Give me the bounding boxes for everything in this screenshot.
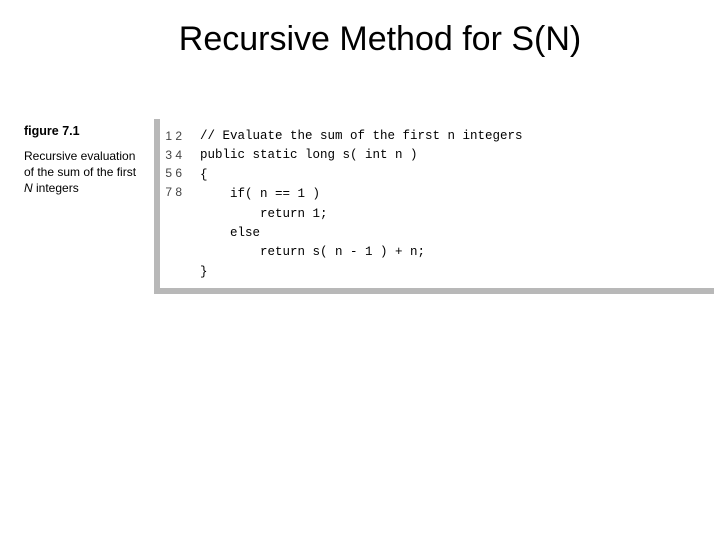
slide: Recursive Method for S(N) figure 7.1 Rec…	[0, 0, 720, 540]
page-title: Recursive Method for S(N)	[0, 20, 720, 59]
figure-label: figure 7.1	[24, 124, 146, 138]
figure-caption-column: figure 7.1 Recursive evaluation of the s…	[24, 119, 154, 197]
figure-area: figure 7.1 Recursive evaluation of the s…	[0, 119, 720, 294]
figure-description: Recursive evaluation of the sum of the f…	[24, 148, 146, 197]
code-block-wrap: 1 2 3 4 5 6 7 8 // Evaluate the sum of t…	[154, 119, 720, 294]
code-block: 1 2 3 4 5 6 7 8 // Evaluate the sum of t…	[154, 119, 714, 294]
code-lines: // Evaluate the sum of the first n integ…	[200, 125, 714, 282]
line-numbers: 1 2 3 4 5 6 7 8	[160, 125, 200, 282]
